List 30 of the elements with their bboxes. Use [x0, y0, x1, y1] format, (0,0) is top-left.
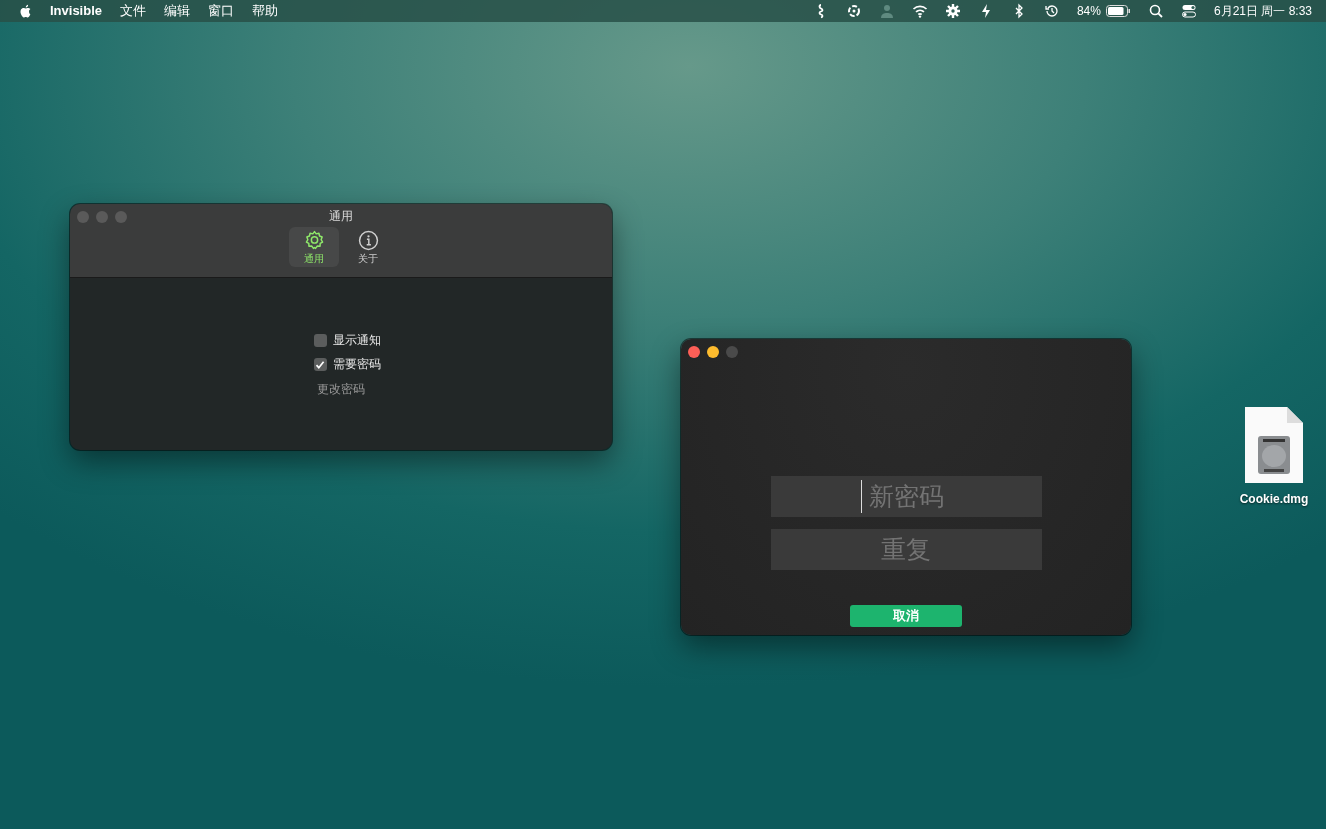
- toolbar-tab[interactable]: 关于: [343, 227, 393, 267]
- app-menu[interactable]: Invisible: [34, 0, 112, 22]
- battery-icon[interactable]: [1105, 5, 1131, 17]
- checkbox-label: 显示通知: [332, 332, 381, 349]
- window-title: 通用: [329, 209, 353, 223]
- menu-item[interactable]: 帮助: [243, 0, 288, 22]
- password-field[interactable]: 重复: [770, 529, 1042, 570]
- gear-icon: [303, 230, 325, 251]
- control-center-icon[interactable]: [1180, 3, 1197, 19]
- wifi-icon[interactable]: [911, 3, 928, 19]
- toolbar-tab[interactable]: 通用: [289, 227, 339, 267]
- menu-item[interactable]: 编辑: [155, 0, 200, 22]
- checkbox-label: 需要密码: [332, 356, 381, 373]
- checkbox[interactable]: [313, 334, 327, 347]
- info-icon: [357, 230, 379, 251]
- password-field[interactable]: 新密码: [770, 476, 1042, 517]
- file-name[interactable]: Cookie.dmg: [1239, 492, 1309, 506]
- change-password-link[interactable]: 更改密码: [317, 381, 365, 398]
- swirl-icon[interactable]: [845, 3, 862, 19]
- disk-image-file-icon[interactable]: [1244, 406, 1304, 484]
- checkbox[interactable]: [313, 358, 327, 371]
- menu-bar-clock[interactable]: 6月21日 周一 8:33: [1213, 2, 1312, 20]
- gear-icon[interactable]: [944, 3, 961, 19]
- close-button[interactable]: [688, 346, 700, 358]
- history-clock-icon[interactable]: [1043, 3, 1060, 19]
- menu-item[interactable]: 窗口: [199, 0, 244, 22]
- search-icon[interactable]: [1147, 3, 1164, 19]
- menu-item[interactable]: 文件: [111, 0, 156, 22]
- minimize-button[interactable]: [707, 346, 719, 358]
- battery-percent: 84%: [1076, 4, 1101, 18]
